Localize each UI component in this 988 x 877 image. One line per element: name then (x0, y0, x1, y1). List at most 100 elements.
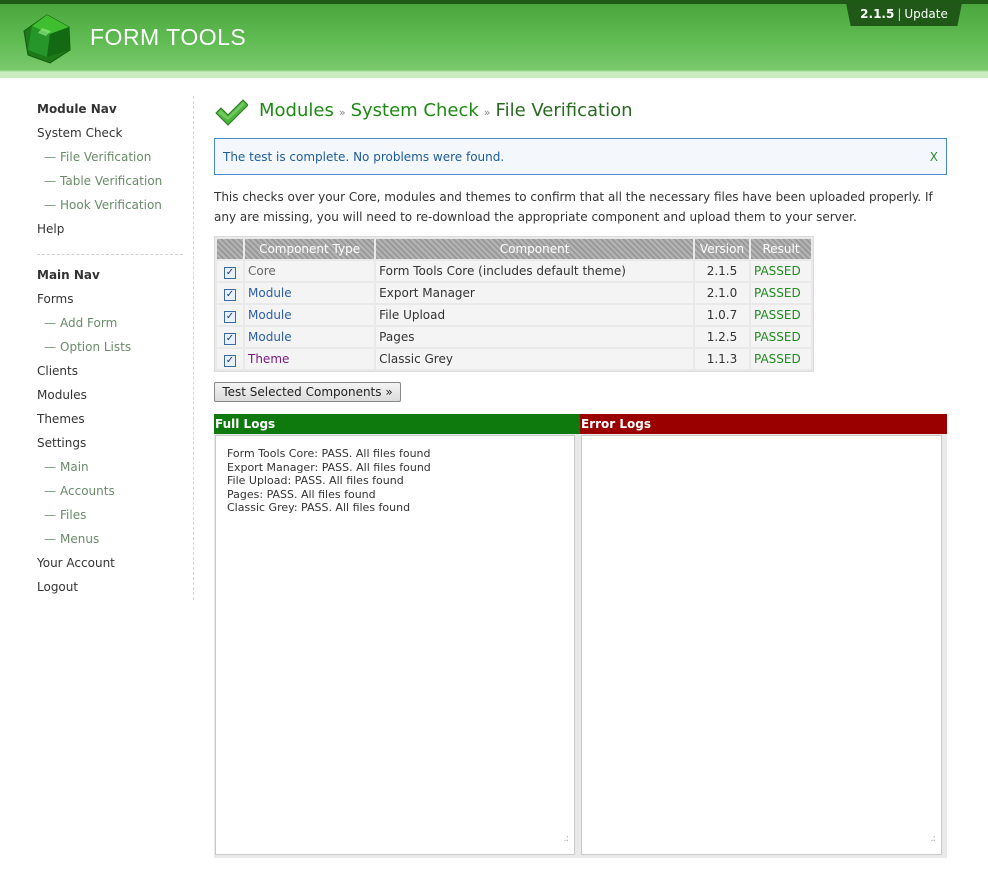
sidebar-item-label: Help (37, 222, 65, 236)
sidebar-item-label: Forms (37, 292, 74, 306)
component-type-cell[interactable]: Module (245, 305, 375, 325)
sidebar-item-label: File Verification (60, 150, 152, 164)
sidebar: Module Nav System Check — File Verificatio… (37, 100, 187, 602)
sidebar-item-option-lists[interactable]: — Option Lists (37, 338, 187, 362)
main-nav-title: Main Nav (37, 268, 100, 282)
column-header-select (217, 239, 243, 259)
component-result-cell: PASSED (751, 305, 811, 325)
column-header-version: Version (695, 239, 749, 259)
sub-item-dash: — (44, 508, 56, 522)
sidebar-item-label: Clients (37, 364, 78, 378)
sub-item-dash: — (44, 484, 56, 498)
module-nav-title: Module Nav (37, 102, 117, 116)
sidebar-item-settings[interactable]: Settings (37, 434, 187, 458)
select-cell: ✓ (217, 261, 243, 281)
component-type-cell[interactable]: Module (245, 283, 375, 303)
select-cell: ✓ (217, 349, 243, 369)
sidebar-item-menus[interactable]: — Menus (37, 530, 187, 554)
component-checkbox[interactable]: ✓ (224, 288, 236, 301)
table-row: ✓ Module Export Manager 2.1.0 PASSED (217, 283, 811, 303)
sub-item-dash: — (44, 198, 56, 212)
error-logs-textarea[interactable] (581, 435, 942, 855)
sidebar-item-themes[interactable]: Themes (37, 410, 187, 434)
breadcrumb-modules[interactable]: Modules (259, 100, 334, 121)
component-result-cell: PASSED (751, 261, 811, 281)
sidebar-item-system-check[interactable]: System Check (37, 124, 187, 148)
sidebar-item-label: Files (60, 508, 87, 522)
components-table-body: ✓ Core Form Tools Core (includes default t… (217, 261, 811, 369)
sidebar-item-label: Your Account (37, 556, 115, 570)
breadcrumb-separator: » (338, 106, 346, 119)
sidebar-item-table-verification[interactable]: — Table Verification (37, 172, 187, 196)
component-version-cell: 2.1.5 (695, 261, 749, 281)
error-logs-header: Error Logs (580, 414, 947, 434)
sidebar-item-files[interactable]: — Files (37, 506, 187, 530)
update-link[interactable]: Update (904, 7, 947, 21)
component-result-cell: PASSED (751, 327, 811, 347)
sub-item-dash: — (44, 340, 56, 354)
component-result-cell: PASSED (751, 283, 811, 303)
page-title-row: Modules » System Check » File Verification (214, 96, 948, 132)
component-name-cell: File Upload (376, 305, 693, 325)
component-result-cell: PASSED (751, 349, 811, 369)
checkmark-icon (215, 99, 248, 126)
test-selected-components-button[interactable]: Test Selected Components » (214, 382, 401, 402)
sidebar-divider (37, 254, 183, 255)
main-content: Modules » System Check » File Verification T… (214, 96, 948, 858)
full-logs-textarea[interactable]: Form Tools Core: PASS. All files found E… (215, 435, 575, 855)
sidebar-item-help[interactable]: Help (37, 220, 187, 244)
table-row: ✓ Module Pages 1.2.5 PASSED (217, 327, 811, 347)
sidebar-item-main[interactable]: — Main (37, 458, 187, 482)
component-version-cell: 1.0.7 (695, 305, 749, 325)
resize-grip-icon[interactable]: .: (563, 833, 568, 844)
notice-close-button[interactable]: X (930, 150, 938, 164)
sidebar-item-hook-verification[interactable]: — Hook Verification (37, 196, 187, 220)
sidebar-item-modules[interactable]: Modules (37, 386, 187, 410)
breadcrumb-system-check[interactable]: System Check (351, 100, 479, 121)
column-header-result: Result (751, 239, 811, 259)
logo-gem-icon[interactable] (20, 12, 74, 66)
full-logs-header: Full Logs (214, 414, 580, 434)
sidebar-item-clients[interactable]: Clients (37, 362, 187, 386)
version-number: 2.1.5 (860, 7, 895, 21)
sub-item-dash: — (44, 460, 56, 474)
full-logs-panel: Form Tools Core: PASS. All files found E… (214, 434, 580, 858)
version-separator: | (897, 7, 902, 21)
sidebar-item-forms[interactable]: Forms (37, 290, 187, 314)
component-checkbox[interactable]: ✓ (224, 310, 236, 323)
component-type-cell[interactable]: Theme (245, 349, 375, 369)
breadcrumb: Modules » System Check » File Verification (259, 100, 633, 121)
component-name-cell: Export Manager (376, 283, 693, 303)
sidebar-item-label: Table Verification (60, 174, 163, 188)
version-tab: 2.1.5 | Update (846, 3, 962, 26)
sidebar-item-add-form[interactable]: — Add Form (37, 314, 187, 338)
component-checkbox[interactable]: ✓ (224, 354, 236, 367)
sidebar-item-label: Hook Verification (60, 198, 162, 212)
component-checkbox[interactable]: ✓ (224, 266, 236, 279)
status-notice: The test is complete. No problems were f… (214, 138, 947, 175)
sidebar-item-label: System Check (37, 126, 123, 140)
resize-grip-icon[interactable]: .: (930, 833, 935, 844)
component-name-cell: Classic Grey (376, 349, 693, 369)
page-title: File Verification (495, 100, 633, 121)
sidebar-item-label: Themes (37, 412, 85, 426)
table-row: ✓ Theme Classic Grey 1.1.3 PASSED (217, 349, 811, 369)
table-header-row: Component Type Component Version Result (217, 239, 811, 259)
sidebar-item-label: Option Lists (60, 340, 132, 354)
select-cell: ✓ (217, 283, 243, 303)
sidebar-item-accounts[interactable]: — Accounts (37, 482, 187, 506)
sidebar-item-label: Logout (37, 580, 79, 594)
sidebar-item-label: Menus (60, 532, 100, 546)
component-version-cell: 2.1.0 (695, 283, 749, 303)
component-checkbox[interactable]: ✓ (224, 332, 236, 345)
header-top-line (0, 0, 988, 4)
logo-text[interactable]: FORM TOOLS (90, 24, 246, 51)
sidebar-item-file-verification[interactable]: — File Verification (37, 148, 187, 172)
sidebar-item-logout[interactable]: Logout (37, 578, 187, 602)
sub-item-dash: — (44, 316, 56, 330)
component-type-cell[interactable]: Module (245, 327, 375, 347)
column-header-component: Component (376, 239, 693, 259)
sidebar-item-your-account[interactable]: Your Account (37, 554, 187, 578)
table-row: ✓ Module File Upload 1.0.7 PASSED (217, 305, 811, 325)
sub-item-dash: — (44, 174, 56, 188)
